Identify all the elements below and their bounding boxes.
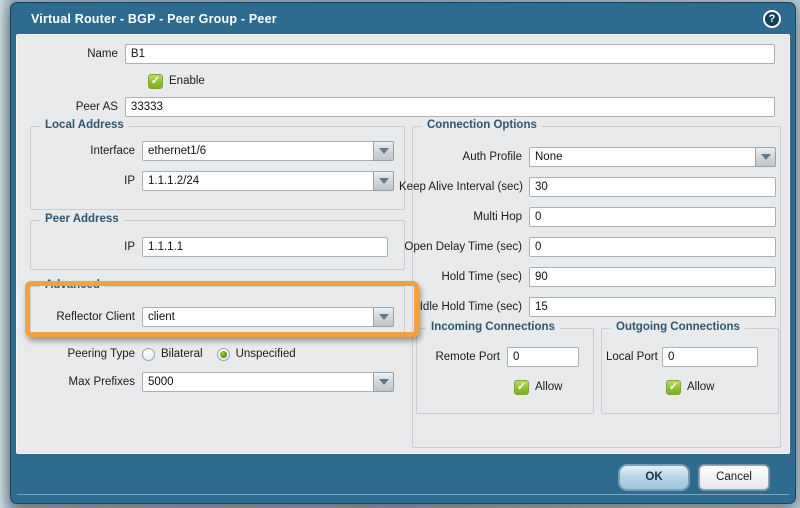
local-ip-label: IP: [17, 175, 142, 187]
remote-port-label: Remote Port: [421, 351, 507, 363]
reflector-client-dropdown-input[interactable]: [142, 307, 374, 327]
dropdown-arrow-icon: [379, 314, 389, 320]
local-ip-dropdown-button[interactable]: [373, 171, 394, 191]
auth-profile-dropdown-button[interactable]: [755, 147, 776, 167]
remote-port-input[interactable]: [507, 347, 579, 367]
peer-as-label: Peer AS: [17, 101, 125, 113]
outgoing-allow-label: Allow: [687, 381, 714, 393]
keep-alive-label: Keep Alive Interval (sec): [399, 181, 529, 193]
hold-time-label: Hold Time (sec): [399, 271, 529, 283]
keep-alive-input[interactable]: [529, 177, 776, 197]
advanced-legend: Advanced: [40, 279, 105, 291]
dropdown-arrow-icon: [379, 148, 389, 154]
help-icon[interactable]: ?: [763, 10, 781, 28]
incoming-allow-label: Allow: [535, 381, 562, 393]
incoming-connections-group: Incoming Connections: [416, 328, 594, 414]
interface-label: Interface: [17, 145, 142, 157]
dropdown-arrow-icon: [379, 178, 389, 184]
reflector-client-dropdown-button[interactable]: [373, 307, 394, 327]
peering-type-bilateral-label: Bilateral: [161, 348, 203, 360]
auth-profile-label: Auth Profile: [399, 151, 529, 163]
dialog-titlebar: Virtual Router - BGP - Peer Group - Peer: [11, 3, 795, 34]
peering-type-bilateral-radio[interactable]: [142, 348, 155, 361]
local-address-legend: Local Address: [40, 119, 129, 131]
checkbox-check-icon: ✓: [151, 75, 160, 87]
incoming-connections-legend: Incoming Connections: [426, 321, 560, 333]
local-port-input[interactable]: [662, 347, 758, 367]
peer-address-legend: Peer Address: [40, 213, 124, 225]
peering-type-unspecified-label: Unspecified: [236, 348, 296, 360]
multi-hop-label: Multi Hop: [399, 211, 529, 223]
checkbox-check-icon: ✓: [517, 381, 526, 393]
dialog-title: Virtual Router - BGP - Peer Group - Peer: [31, 12, 277, 26]
outgoing-allow-checkbox[interactable]: ✓: [666, 380, 681, 395]
name-label: Name: [17, 48, 125, 60]
ok-button[interactable]: OK: [619, 465, 689, 490]
reflector-client-label: Reflector Client: [17, 311, 142, 323]
dialog-body: Name ✓ Enable Peer AS Local Address Inte…: [16, 34, 790, 454]
interface-dropdown-input[interactable]: [142, 141, 374, 161]
dropdown-arrow-icon: [379, 379, 389, 385]
enable-checkbox[interactable]: ✓: [148, 74, 163, 89]
outgoing-connections-legend: Outgoing Connections: [611, 321, 745, 333]
max-prefixes-label: Max Prefixes: [17, 376, 142, 388]
enable-label: Enable: [169, 75, 205, 87]
peer-as-input[interactable]: [125, 97, 775, 117]
local-ip-dropdown-input[interactable]: [142, 171, 374, 191]
peer-ip-input[interactable]: [142, 237, 388, 257]
open-delay-label: Open Delay Time (sec): [399, 241, 529, 253]
peering-type-label: Peering Type: [17, 348, 142, 360]
connection-options-legend: Connection Options: [422, 119, 542, 131]
open-delay-input[interactable]: [529, 237, 776, 257]
name-input[interactable]: [125, 44, 775, 64]
max-prefixes-dropdown-button[interactable]: [373, 372, 394, 392]
multi-hop-input[interactable]: [529, 207, 776, 227]
cancel-button[interactable]: Cancel: [699, 465, 769, 490]
idle-hold-label: Idle Hold Time (sec): [399, 301, 529, 313]
peering-type-unspecified-radio[interactable]: [217, 348, 230, 361]
checkbox-check-icon: ✓: [669, 381, 678, 393]
peer-ip-label: IP: [17, 241, 142, 253]
local-address-group: Local Address: [30, 126, 405, 210]
interface-dropdown-button[interactable]: [373, 141, 394, 161]
hold-time-input[interactable]: [529, 267, 776, 287]
dropdown-arrow-icon: [761, 154, 771, 160]
bgp-peer-dialog: Virtual Router - BGP - Peer Group - Peer…: [10, 2, 796, 504]
max-prefixes-dropdown-input[interactable]: [142, 372, 374, 392]
dialog-bottom-edge: [17, 494, 789, 495]
idle-hold-input[interactable]: [529, 297, 776, 317]
outgoing-connections-group: Outgoing Connections: [601, 328, 779, 414]
local-port-label: Local Port: [606, 351, 662, 363]
auth-profile-dropdown-input[interactable]: [529, 147, 756, 167]
incoming-allow-checkbox[interactable]: ✓: [514, 380, 529, 395]
